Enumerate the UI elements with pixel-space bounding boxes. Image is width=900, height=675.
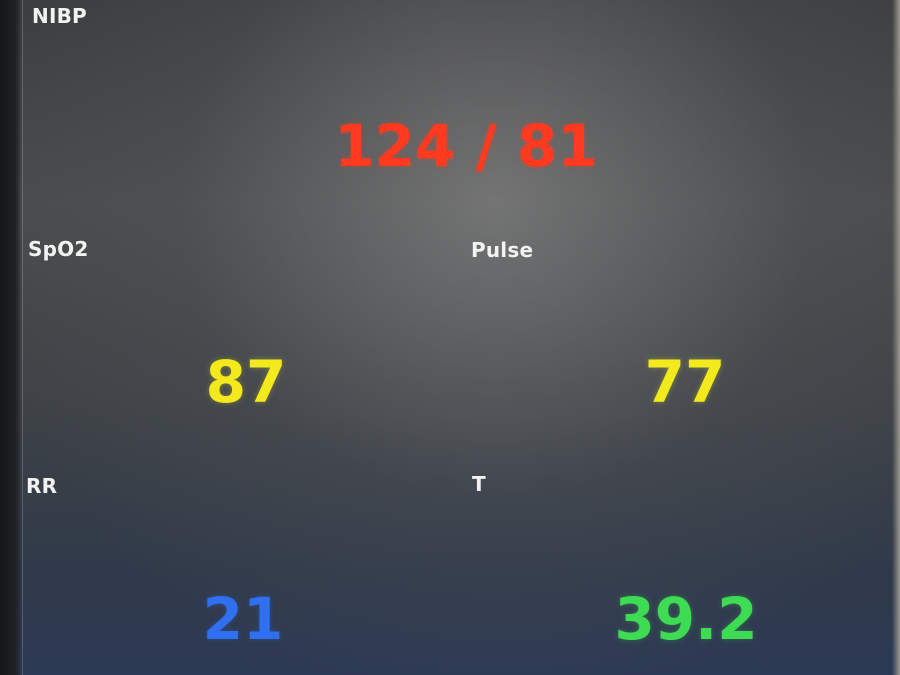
temperature-label: T [472, 472, 486, 496]
temperature-value: 39.2 [614, 585, 758, 653]
pulse-label: Pulse [471, 238, 534, 262]
spo2-label: SpO2 [28, 237, 89, 261]
rr-label: RR [26, 474, 58, 498]
screen-edge-divider [22, 0, 23, 675]
spo2-value: 87 [205, 348, 287, 416]
vital-signs-monitor: NIBP 124 / 81 SpO2 87 Pulse 77 RR 21 T 3… [0, 0, 900, 675]
pulse-value: 77 [644, 348, 726, 416]
nibp-value: 124 / 81 [334, 112, 598, 180]
nibp-label: NIBP [32, 4, 87, 28]
rr-value: 21 [202, 585, 284, 653]
